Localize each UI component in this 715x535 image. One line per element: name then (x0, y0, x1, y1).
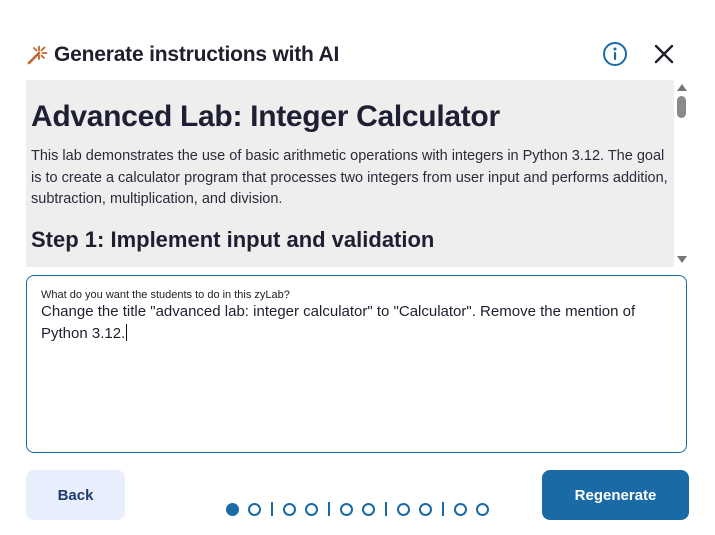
prompt-value: Change the title "advanced lab: integer … (41, 303, 640, 342)
preview-content: Advanced Lab: Integer Calculator This la… (26, 80, 674, 255)
pager-separator (385, 502, 387, 516)
instructions-preview[interactable]: Advanced Lab: Integer Calculator This la… (26, 80, 674, 267)
prompt-input[interactable]: Change the title "advanced lab: integer … (41, 301, 671, 345)
pager-dot[interactable] (362, 502, 375, 516)
pager-dot[interactable] (454, 502, 467, 516)
pager-dot[interactable] (248, 502, 261, 516)
close-icon[interactable] (652, 42, 676, 66)
prompt-label: What do you want the students to do in t… (41, 289, 290, 301)
pager-separator (271, 502, 273, 516)
dialog-title: Generate instructions with AI (54, 43, 340, 66)
generate-instructions-dialog: Generate instructions with AI Advanced L… (0, 0, 715, 535)
scrollbar-thumb[interactable] (677, 96, 686, 118)
pager-separator (442, 502, 444, 516)
pager-dot[interactable] (397, 502, 410, 516)
pager-dot[interactable] (476, 502, 489, 516)
regenerate-button[interactable]: Regenerate (542, 470, 689, 520)
magic-wand-icon (27, 45, 48, 65)
pager-dot[interactable] (340, 502, 353, 516)
prompt-textarea[interactable]: What do you want the students to do in t… (26, 275, 687, 453)
info-icon[interactable] (602, 41, 628, 67)
step-pager (226, 502, 498, 516)
preview-step-heading: Step 1: Implement input and validation (31, 226, 435, 252)
text-caret (126, 324, 128, 341)
pager-dot[interactable] (305, 502, 318, 516)
pager-dot[interactable] (419, 502, 432, 516)
pager-separator (328, 502, 330, 516)
scroll-down-arrow-icon[interactable] (677, 256, 687, 263)
scroll-up-arrow-icon[interactable] (677, 84, 687, 91)
preview-heading: Advanced Lab: Integer Calculator (31, 100, 500, 133)
dialog-header: Generate instructions with AI (26, 38, 690, 72)
pager-dot[interactable] (226, 502, 239, 516)
pager-dot[interactable] (283, 502, 296, 516)
back-button[interactable]: Back (26, 470, 125, 520)
preview-paragraph: This lab demonstrates the use of basic a… (31, 148, 668, 207)
preview-scrollbar[interactable] (675, 80, 689, 267)
